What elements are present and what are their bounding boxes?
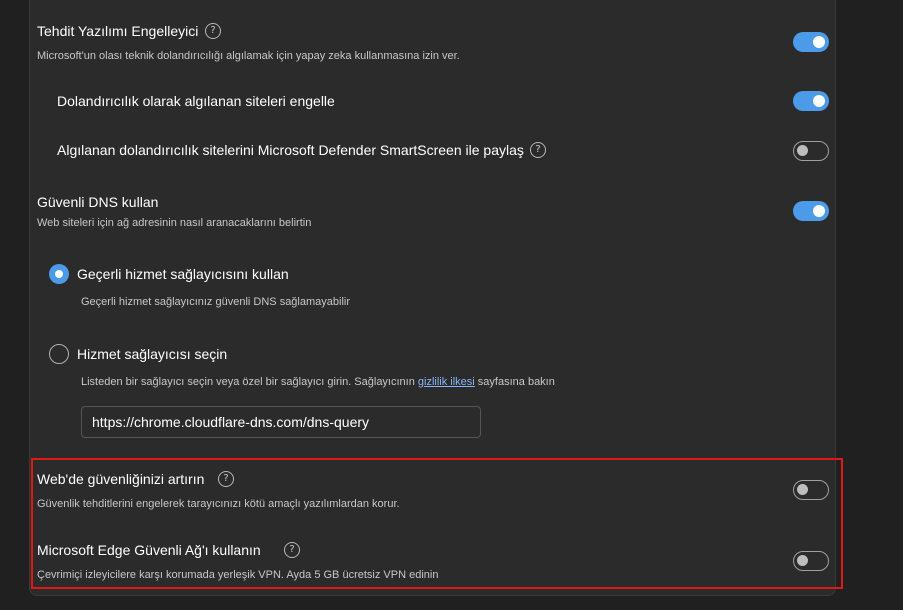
phishing-blocker-desc: Microsoft'un olası teknik dolandırıcılığ… [37, 50, 460, 62]
secure-network-title: Microsoft Edge Güvenli Ağ'ı kullanın [37, 542, 261, 558]
help-icon[interactable]: ? [284, 542, 300, 558]
enhance-security-title: Web'de güvenliğinizi artırın [37, 471, 205, 487]
share-smartscreen-title: Algılanan dolandırıcılık sitelerini Micr… [57, 142, 524, 158]
radio-current-provider[interactable] [49, 264, 69, 284]
toggle-knob [813, 95, 825, 107]
phishing-blocker-title: Tehdit Yazılımı Engelleyici [37, 23, 199, 39]
block-scam-sites-toggle[interactable] [793, 91, 829, 111]
toggle-knob [797, 484, 808, 495]
help-icon[interactable]: ? [218, 471, 234, 487]
help-icon[interactable]: ? [205, 23, 221, 39]
secure-network-desc: Çevrimiçi izleyicilere karşı korumada ye… [37, 569, 439, 581]
toggle-knob [813, 205, 825, 217]
toggle-knob [813, 36, 825, 48]
choose-provider-desc-text: Listeden bir sağlayıcı seçin veya özel b… [81, 376, 418, 388]
enhance-security-toggle[interactable] [793, 480, 829, 500]
help-icon[interactable]: ? [530, 142, 546, 158]
phishing-blocker-toggle[interactable] [793, 32, 829, 52]
choose-provider-label[interactable]: Hizmet sağlayıcısı seçin [77, 345, 227, 363]
choose-provider-desc-suffix: sayfasına bakın [474, 376, 555, 388]
enhance-security-desc: Güvenlik tehditlerini engelerek tarayıcı… [37, 498, 400, 510]
secure-dns-desc: Web siteleri için ağ adresinin nasıl ara… [37, 217, 312, 229]
secure-dns-toggle[interactable] [793, 201, 829, 221]
secure-dns-title: Güvenli DNS kullan [37, 194, 159, 210]
radio-dot [55, 270, 63, 278]
radio-choose-provider[interactable] [49, 344, 69, 364]
choose-provider-desc: Listeden bir sağlayıcı seçin veya özel b… [81, 375, 555, 389]
privacy-policy-link[interactable]: gizlilik ilkesi [418, 376, 475, 388]
current-provider-desc: Geçerli hizmet sağlayıcınız güvenli DNS … [81, 296, 350, 308]
secure-network-toggle[interactable] [793, 551, 829, 571]
block-scam-sites-title: Dolandırıcılık olarak algılanan siteleri… [57, 93, 335, 109]
toggle-knob [797, 555, 808, 566]
dns-provider-input[interactable] [81, 406, 481, 438]
toggle-knob [797, 145, 808, 156]
share-smartscreen-toggle[interactable] [793, 141, 829, 161]
current-provider-label[interactable]: Geçerli hizmet sağlayıcısını kullan [77, 265, 289, 283]
